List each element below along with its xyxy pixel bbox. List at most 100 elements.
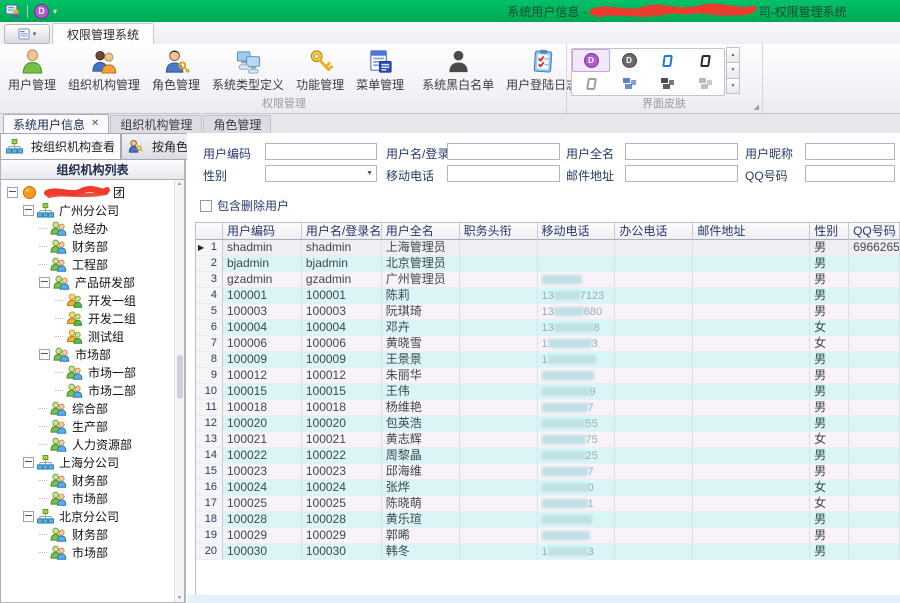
tree-node[interactable]: 生产部 bbox=[1, 417, 184, 435]
cell-office-phone[interactable] bbox=[615, 384, 693, 400]
cell-office-phone[interactable] bbox=[615, 272, 693, 288]
cell-office-phone[interactable] bbox=[615, 240, 693, 256]
cell-qq[interactable] bbox=[849, 416, 900, 432]
cell-full-name[interactable]: 朱丽华 bbox=[382, 368, 460, 384]
col-header-row-indicator[interactable] bbox=[196, 223, 223, 240]
table-row[interactable]: 11100018100018杨维艳7男 bbox=[196, 400, 900, 416]
ribbon-tab-permission-system[interactable]: 权限管理系统 bbox=[52, 23, 154, 45]
form-input[interactable] bbox=[805, 143, 895, 160]
skin-blocks-dark-icon[interactable] bbox=[648, 72, 686, 95]
cell-mobile-phone[interactable] bbox=[538, 256, 616, 272]
cell-mobile-phone[interactable]: 7 bbox=[538, 464, 616, 480]
row-indicator[interactable]: 18 bbox=[196, 512, 223, 528]
ribbon-button-menu[interactable]: 菜单管理 bbox=[350, 46, 410, 93]
cell-login-name[interactable]: gzadmin bbox=[302, 272, 382, 288]
cell-office-phone[interactable] bbox=[615, 352, 693, 368]
cell-job-title[interactable] bbox=[460, 368, 538, 384]
cell-gender[interactable]: 男 bbox=[810, 368, 849, 384]
col-header-email[interactable]: 邮件地址 bbox=[693, 223, 810, 240]
ribbon-button-funckey[interactable]: 功能管理 bbox=[290, 46, 350, 93]
tree-scrollbar[interactable]: ▲▼ bbox=[174, 180, 184, 602]
cell-job-title[interactable] bbox=[460, 528, 538, 544]
cell-login-name[interactable]: 100023 bbox=[302, 464, 382, 480]
cell-job-title[interactable] bbox=[460, 304, 538, 320]
table-row[interactable]: 5100003100003阮琪琦13680男 bbox=[196, 304, 900, 320]
cell-user-code[interactable]: 100009 bbox=[223, 352, 302, 368]
row-indicator[interactable]: 5 bbox=[196, 304, 223, 320]
form-input[interactable] bbox=[805, 165, 895, 182]
cell-login-name[interactable]: 100001 bbox=[302, 288, 382, 304]
cell-office-phone[interactable] bbox=[615, 400, 693, 416]
cell-full-name[interactable]: 张烨 bbox=[382, 480, 460, 496]
cell-mobile-phone[interactable]: 138 bbox=[538, 320, 616, 336]
cell-qq[interactable] bbox=[849, 304, 900, 320]
cell-qq[interactable] bbox=[849, 256, 900, 272]
row-indicator[interactable]: 2 bbox=[196, 256, 223, 272]
cell-mobile-phone[interactable]: 137123 bbox=[538, 288, 616, 304]
tree-node[interactable]: 广州分公司 bbox=[1, 201, 184, 219]
tree-node[interactable]: 产品研发部 bbox=[1, 273, 184, 291]
col-header-qq[interactable]: QQ号码 bbox=[849, 223, 900, 240]
ribbon-button-role[interactable]: 角色管理 bbox=[146, 46, 206, 93]
cell-office-phone[interactable] bbox=[615, 416, 693, 432]
cell-gender[interactable]: 男 bbox=[810, 256, 849, 272]
table-row[interactable]: 16100024100024张烨0女 bbox=[196, 480, 900, 496]
cell-full-name[interactable]: 阮琪琦 bbox=[382, 304, 460, 320]
row-indicator[interactable]: 3 bbox=[196, 272, 223, 288]
chevron-down-icon[interactable]: ▾ bbox=[53, 7, 57, 16]
tree-collapse-icon[interactable] bbox=[23, 457, 34, 468]
tree-node[interactable]: 团 bbox=[1, 183, 184, 201]
cell-gender[interactable]: 男 bbox=[810, 512, 849, 528]
tree-node[interactable]: 市场部 bbox=[1, 489, 184, 507]
table-row[interactable]: 17100025100025陈晓萌1女 bbox=[196, 496, 900, 512]
cell-full-name[interactable]: 上海管理员 bbox=[382, 240, 460, 256]
gallery-down-icon[interactable]: ▼ bbox=[726, 62, 740, 78]
cell-email[interactable] bbox=[693, 256, 810, 272]
table-row[interactable]: 13100021100021黄志辉75女 bbox=[196, 432, 900, 448]
cell-qq[interactable] bbox=[849, 544, 900, 560]
cell-qq[interactable] bbox=[849, 512, 900, 528]
cell-job-title[interactable] bbox=[460, 464, 538, 480]
tree-node[interactable]: 综合部 bbox=[1, 399, 184, 417]
col-header-gender[interactable]: 性别 bbox=[810, 223, 849, 240]
cell-login-name[interactable]: 100022 bbox=[302, 448, 382, 464]
cell-mobile-phone[interactable]: 9 bbox=[538, 384, 616, 400]
table-row[interactable]: 7100006100006黄晓雪13女 bbox=[196, 336, 900, 352]
cell-mobile-phone[interactable]: 75 bbox=[538, 432, 616, 448]
cell-job-title[interactable] bbox=[460, 432, 538, 448]
cell-job-title[interactable] bbox=[460, 512, 538, 528]
cell-gender[interactable]: 男 bbox=[810, 528, 849, 544]
cell-user-code[interactable]: 100025 bbox=[223, 496, 302, 512]
cell-user-code[interactable]: 100030 bbox=[223, 544, 302, 560]
doc-tab-2[interactable]: 组织机构管理 bbox=[110, 115, 202, 133]
cell-mobile-phone[interactable] bbox=[538, 272, 616, 288]
table-row[interactable]: 20100030100030韩冬13男 bbox=[196, 544, 900, 560]
tree-node[interactable]: 人力资源部 bbox=[1, 435, 184, 453]
cell-job-title[interactable] bbox=[460, 400, 538, 416]
cell-full-name[interactable]: 郭晞 bbox=[382, 528, 460, 544]
cell-email[interactable] bbox=[693, 416, 810, 432]
cell-job-title[interactable] bbox=[460, 336, 538, 352]
cell-email[interactable] bbox=[693, 464, 810, 480]
tree-node[interactable]: 市场二部 bbox=[1, 381, 184, 399]
table-row[interactable]: 14100022100022周黎晶25男 bbox=[196, 448, 900, 464]
cell-full-name[interactable]: 邱海维 bbox=[382, 464, 460, 480]
cell-full-name[interactable]: 黄晓雪 bbox=[382, 336, 460, 352]
cell-email[interactable] bbox=[693, 336, 810, 352]
ribbon-button-org[interactable]: 组织机构管理 bbox=[62, 46, 146, 93]
row-indicator[interactable]: 15 bbox=[196, 464, 223, 480]
cell-user-code[interactable]: 100018 bbox=[223, 400, 302, 416]
skin-office-blue-icon[interactable] bbox=[648, 49, 686, 72]
cell-office-phone[interactable] bbox=[615, 336, 693, 352]
table-row[interactable]: 6100004100004邓卉138女 bbox=[196, 320, 900, 336]
row-indicator[interactable]: 16 bbox=[196, 480, 223, 496]
cell-office-phone[interactable] bbox=[615, 480, 693, 496]
cell-email[interactable] bbox=[693, 448, 810, 464]
ribbon-button-systype[interactable]: 系统类型定义 bbox=[206, 46, 290, 93]
skin-blocks-grey-icon[interactable] bbox=[686, 72, 724, 95]
cell-login-name[interactable]: 100021 bbox=[302, 432, 382, 448]
cell-email[interactable] bbox=[693, 352, 810, 368]
cell-login-name[interactable]: 100024 bbox=[302, 480, 382, 496]
table-row[interactable]: 18100028100028黄乐瑄男 bbox=[196, 512, 900, 528]
cell-mobile-phone[interactable]: 13 bbox=[538, 544, 616, 560]
